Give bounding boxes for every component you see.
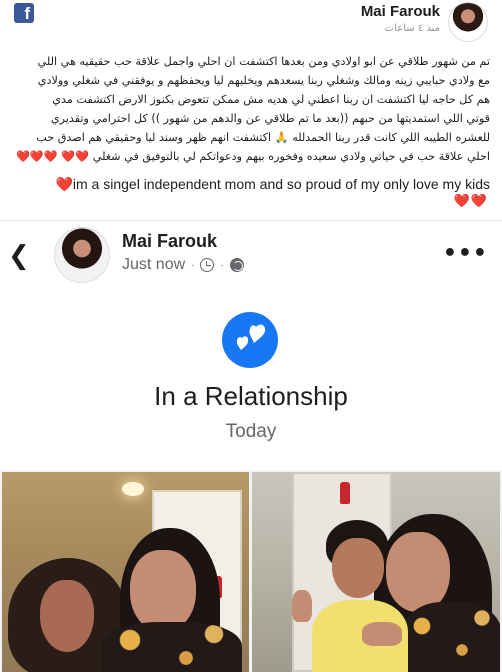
post-body: تم من شهور طلاقي عن ابو اولادي ومن بعدها… <box>14 52 490 166</box>
more-options-icon[interactable]: ••• <box>443 241 488 266</box>
post-text-line: تم من شهور طلاقي عن ابو اولادي ومن بعدها… <box>37 55 490 68</box>
author-name[interactable]: Mai Farouk <box>361 3 440 20</box>
woman-dress <box>102 622 242 672</box>
relationship-status-title: In a Relationship <box>154 381 348 411</box>
shared-author-avatar[interactable] <box>54 227 110 283</box>
globe-icon[interactable] <box>229 258 244 272</box>
woman-face <box>386 532 450 612</box>
post-english-line: ❤️im a singel independent mom and so pro… <box>55 176 490 192</box>
shared-author-name[interactable]: Mai Farouk <box>122 231 217 252</box>
hugging-hand <box>362 622 402 646</box>
post-header: f Mai Farouk منذ ٤ ساعات <box>0 0 502 44</box>
relationship-status-date: Today <box>225 421 277 442</box>
hearts-emoji: ❤️❤️ <box>453 194 488 209</box>
photo-mother-daughter[interactable] <box>2 472 249 672</box>
post-text-line: احلي علاقة حب في حياتي ولادي سعيده وفخور… <box>16 150 490 163</box>
author-avatar[interactable] <box>448 2 488 42</box>
separator-dot: · <box>191 259 195 271</box>
back-arrow-icon[interactable]: ❮ <box>8 241 30 271</box>
clock-icon <box>200 258 215 272</box>
photo-gallery <box>0 470 502 672</box>
post-text-line: للعشره الطيبه اللي كانت قدر ربنا الحمدلل… <box>36 131 490 144</box>
hearts-icon <box>222 312 278 368</box>
woman-face <box>130 550 196 632</box>
post-text-line: قوتي اللي استمديتها من حبهم ((بعد ما تم … <box>50 112 490 125</box>
photo-mother-son[interactable] <box>252 472 500 672</box>
post-timestamp[interactable]: منذ ٤ ساعات <box>385 23 440 34</box>
shared-post-time[interactable]: Just now <box>122 256 185 274</box>
post-text-line: هم كل حاجه ليا اكتشفت ان ربنا اعطني لي ه… <box>52 93 490 106</box>
woman-dress <box>402 602 500 672</box>
peace-sign-hand <box>292 590 312 622</box>
facebook-logo-icon[interactable]: f <box>14 3 34 23</box>
girl-face <box>40 580 94 652</box>
post-text-line: مع ولادي حبايبي زينه ومالك وشغلي ربنا يس… <box>37 74 490 87</box>
shared-relationship-card: ❮ Mai Farouk Just now · · ••• In a Relat… <box>0 221 502 470</box>
boy-face <box>332 538 384 598</box>
separator-dot: · <box>220 259 224 271</box>
fire-extinguisher <box>340 482 350 504</box>
ceiling-lamp <box>122 482 144 496</box>
shared-post-meta: Just now · · <box>122 256 244 274</box>
